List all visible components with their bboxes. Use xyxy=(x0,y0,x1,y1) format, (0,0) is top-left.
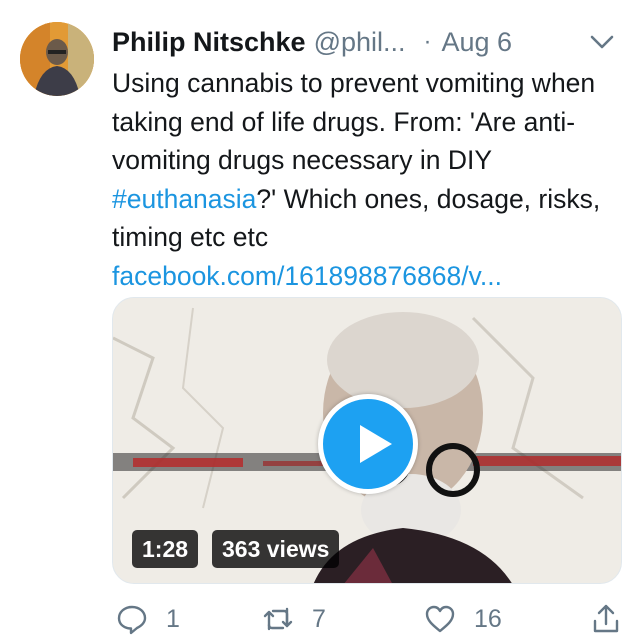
reply-button[interactable]: 1 xyxy=(116,600,180,638)
tweet-text-body: Using cannabis to prevent vomiting when … xyxy=(112,68,603,175)
avatar[interactable] xyxy=(20,22,94,96)
retweet-count: 7 xyxy=(312,604,326,633)
video-views-badge: 363 views xyxy=(212,530,340,568)
hashtag-link[interactable]: #euthanasia xyxy=(112,184,256,214)
avatar-image xyxy=(20,22,94,96)
video-duration-badge: 1:28 xyxy=(132,530,199,568)
external-link[interactable]: facebook.com/161898876868/v... xyxy=(112,257,627,296)
chevron-down-icon[interactable] xyxy=(588,30,616,54)
retweet-button[interactable]: 7 xyxy=(262,600,326,638)
share-icon xyxy=(593,604,619,633)
heart-icon xyxy=(425,605,455,633)
like-count: 16 xyxy=(474,604,502,633)
tweet-actions: 1 7 16 xyxy=(112,600,632,638)
reply-icon xyxy=(117,605,147,635)
tweet-header: Philip Nitschke @phil... · Aug 6 xyxy=(112,22,622,62)
retweet-icon xyxy=(263,607,293,631)
reply-count: 1 xyxy=(166,604,180,633)
share-button[interactable] xyxy=(590,600,622,638)
tweet-date[interactable]: Aug 6 xyxy=(442,27,513,58)
like-button[interactable]: 16 xyxy=(424,600,502,638)
separator-dot: · xyxy=(423,28,432,55)
author-handle[interactable]: @phil... xyxy=(314,27,406,58)
tweet-text: Using cannabis to prevent vomiting when … xyxy=(112,64,627,295)
author-name[interactable]: Philip Nitschke xyxy=(112,27,306,58)
play-icon[interactable] xyxy=(318,394,418,494)
